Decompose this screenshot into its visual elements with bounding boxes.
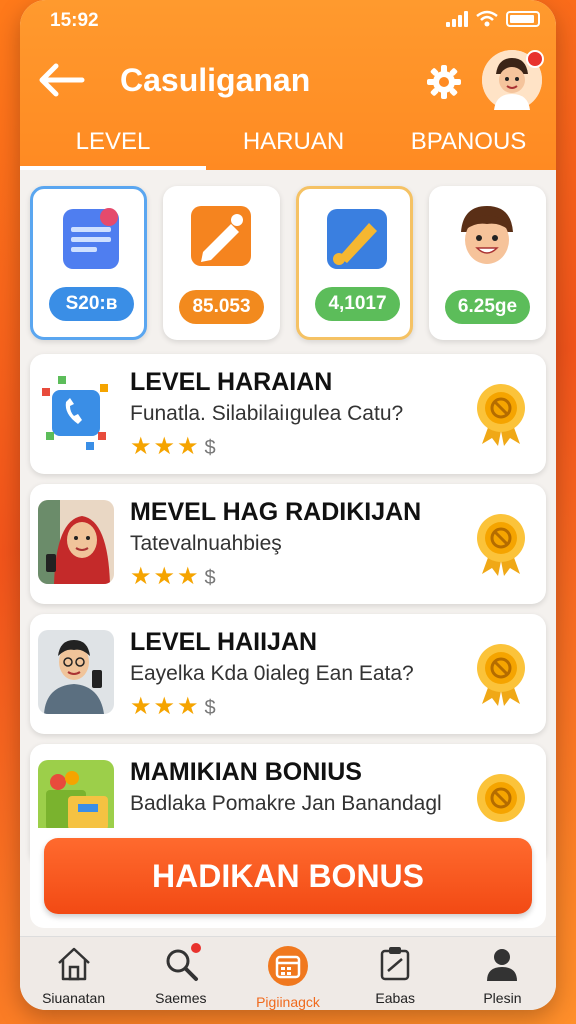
signal-icon [446, 11, 468, 27]
gear-icon [427, 65, 461, 99]
woman-photo [38, 500, 114, 584]
nav-item-tasks[interactable]: Eabas [342, 937, 449, 1010]
page-title: Casuliganan [120, 62, 311, 98]
nav-item-home[interactable]: Siuanatan [20, 937, 127, 1010]
tab-bpanous[interactable]: BPANOUS [381, 118, 556, 170]
item-subtitle: Funatla. Silabilaiıgulea Catu? [130, 402, 404, 425]
medal-icon [477, 384, 525, 446]
star-rating: ★★★ $ [130, 563, 218, 590]
star-rating: ★★★ $ [130, 433, 218, 460]
nav-label: Pigiinagck [256, 994, 320, 1010]
wifi-icon [476, 10, 498, 27]
item-subtitle: Tatevalnuahbieş [130, 532, 282, 555]
nav-item-calendar[interactable]: Pigiinagck [234, 937, 341, 1010]
phone-app-icon [38, 370, 114, 454]
medal-icon [477, 644, 525, 706]
card-value: 4,1017 [315, 287, 400, 321]
star-rating: ★★★ $ [130, 693, 218, 720]
bottom-nav: Siuanatan Saemes Pigiinagck Eabas Plesin [20, 936, 556, 1010]
category-card[interactable]: 4,1017 [296, 186, 413, 340]
list-item[interactable]: LEVEL HARAIAN Funatla. Silabilaiıgulea C… [30, 354, 546, 474]
category-cards: S20:ʙ 85.053 4,1017 6.25ge [30, 186, 546, 340]
tab-level[interactable]: LEVEL [20, 118, 206, 170]
nav-label: Saemes [155, 990, 207, 1006]
tasks-icon [380, 947, 410, 981]
category-card[interactable]: 85.053 [163, 186, 280, 340]
card-value: 85.053 [179, 290, 264, 324]
calendar-icon [268, 946, 308, 986]
card-value: S20:ʙ [49, 287, 134, 321]
user-avatar[interactable] [482, 50, 544, 110]
nav-label: Siuanatan [42, 990, 106, 1006]
category-card[interactable]: S20:ʙ [30, 186, 147, 340]
status-time: 15:92 [50, 10, 99, 31]
item-title: LEVEL HAIIJAN [130, 628, 318, 656]
claim-bonus-button[interactable]: HADIKAN BONUS [44, 838, 532, 914]
boy-avatar-icon [461, 206, 513, 264]
home-icon [57, 947, 90, 981]
nav-label: Eabas [375, 990, 416, 1006]
card-value: 6.25ge [445, 290, 530, 324]
battery-icon [506, 11, 540, 27]
nav-item-search[interactable]: Saemes [127, 937, 234, 1010]
currency-symbol: $ [204, 437, 218, 459]
currency-symbol: $ [204, 697, 218, 719]
item-subtitle: Badlaka Pomakre Jan Banandagl [130, 792, 442, 815]
arrow-left-icon [39, 63, 85, 97]
notification-badge [526, 50, 544, 68]
currency-symbol: $ [204, 567, 218, 589]
profile-icon [487, 949, 518, 981]
list-item[interactable]: LEVEL HAIIJAN Eayelka Kda 0ialeg Ean Eat… [30, 614, 546, 734]
man-photo [38, 630, 114, 714]
brush-icon [327, 209, 387, 269]
category-card[interactable]: 6.25ge [429, 186, 546, 340]
tab-haruan[interactable]: HARUAN [206, 118, 381, 170]
medal-icon [477, 774, 525, 822]
item-title: MAMIKIAN BONIUS [130, 758, 362, 786]
list-item[interactable]: MEVEL HAG RADIKIJAN Tatevalnuahbieş ★★★ $ [30, 484, 546, 604]
status-bar: 15:92 [20, 0, 556, 40]
item-subtitle: Eayelka Kda 0ialeg Ean Eata? [130, 662, 414, 685]
pencil-icon [191, 206, 251, 266]
back-button[interactable] [34, 58, 88, 102]
tab-bar: LEVEL HARUAN BPANOUS [20, 118, 556, 170]
cta-container: HADIKAN BONUS [30, 828, 546, 928]
level-list: LEVEL HARAIAN Funatla. Silabilaiıgulea C… [30, 354, 546, 874]
item-title: MEVEL HAG RADIKIJAN [130, 498, 422, 526]
phone-screen: 15:92 Casuliganan LEVEL HARUAN BPANOUS S… [20, 0, 556, 1010]
app-header: 15:92 Casuliganan LEVEL HARUAN BPANOUS [20, 0, 556, 170]
top-bar: Casuliganan [20, 48, 556, 112]
nav-item-profile[interactable]: Plesin [449, 937, 556, 1010]
item-title: LEVEL HARAIAN [130, 368, 333, 396]
document-icon [63, 208, 119, 269]
status-icons [446, 10, 540, 28]
nav-label: Plesin [483, 990, 522, 1006]
medal-icon [477, 514, 525, 576]
settings-button[interactable] [424, 62, 464, 102]
